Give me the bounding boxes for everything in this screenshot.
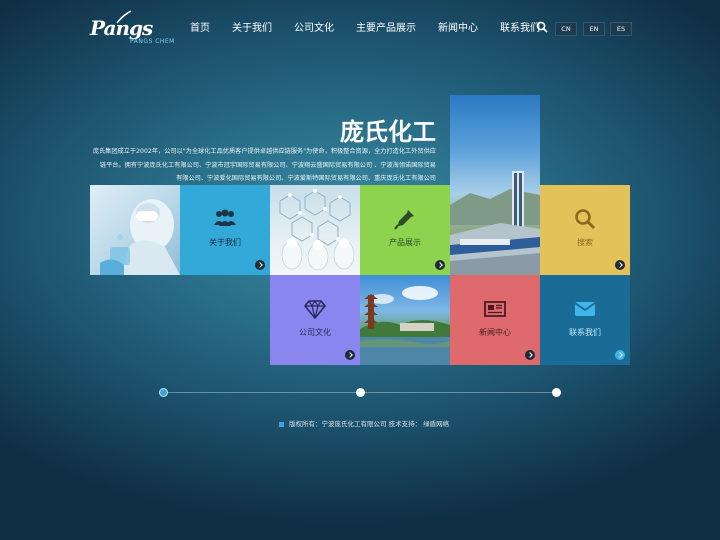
lab-image-tile xyxy=(90,185,180,275)
logo-subtitle: PANGS CHEM xyxy=(130,38,175,45)
intro-line: 链平台。拥有宁波庞氏化工有限公司、宁波市冠宇国际贸易有限公司、宁波翔云盛国际贸易… xyxy=(99,161,436,169)
molecule-image-tile xyxy=(270,185,360,275)
factory-image-tile xyxy=(450,95,540,275)
chevron-right-icon[interactable] xyxy=(615,260,625,270)
footer-copyright: 版权所有：宁波庞氏化工有限公司 技术支持： 绿盾网络 xyxy=(289,420,450,428)
search-icon xyxy=(575,209,596,230)
logo-text: Pangs xyxy=(90,16,153,40)
slider-dot-2[interactable] xyxy=(356,388,365,397)
chevron-right-icon[interactable] xyxy=(615,350,625,360)
footer-square-icon xyxy=(279,421,284,427)
news-tile[interactable]: 新闻中心 xyxy=(450,275,540,365)
about-us-label: 关于我们 xyxy=(209,238,241,247)
envelope-icon xyxy=(574,302,596,316)
lang-es-button[interactable]: ES xyxy=(610,22,632,36)
search-tile[interactable]: 搜索 xyxy=(540,185,630,275)
intro-line: 有限公司、宁波爱化国际贸易有限公司、宁波爱斯特国际贸易有限公司、重庆庞氏化工有限… xyxy=(176,175,436,182)
nav-news[interactable]: 新闻中心 xyxy=(438,19,478,34)
news-label: 新闻中心 xyxy=(479,328,511,337)
nav-products[interactable]: 主要产品展示 xyxy=(356,19,416,34)
chevron-right-icon[interactable] xyxy=(525,350,535,360)
factory-building-image xyxy=(450,171,540,275)
culture-tile[interactable]: 公司文化 xyxy=(270,275,360,365)
slider-dot-3[interactable] xyxy=(552,388,561,397)
logo[interactable]: Pangs PANGS CHEM xyxy=(90,10,174,46)
pagoda-landscape-image xyxy=(360,286,450,365)
lab-scientist-image xyxy=(100,199,180,275)
contact-tile[interactable]: 联系我们 xyxy=(540,275,630,365)
products-tile[interactable]: 产品展示 xyxy=(360,185,450,275)
lang-en-button[interactable]: EN xyxy=(583,22,605,36)
pagoda-image-tile xyxy=(360,275,450,365)
search-icon[interactable] xyxy=(536,21,548,33)
nav-culture[interactable]: 公司文化 xyxy=(294,19,334,34)
dropper-icon xyxy=(394,210,414,230)
contact-label: 联系我们 xyxy=(569,328,601,337)
company-intro: 庞氏集团成立于2002年，公司以"为全球化工品优质客户提供卓越供应链服务"为使命… xyxy=(90,145,436,186)
diamond-icon xyxy=(303,299,327,320)
newspaper-icon xyxy=(484,301,506,317)
page-title: 庞氏化工 xyxy=(340,118,436,146)
hexagon-molecule-image xyxy=(279,189,355,271)
culture-label: 公司文化 xyxy=(299,328,331,337)
footer: 版权所有：宁波庞氏化工有限公司 技术支持： 绿盾网络 xyxy=(279,418,449,428)
chevron-right-icon[interactable] xyxy=(345,350,355,360)
header: Pangs PANGS CHEM 首页 关于我们 公司文化 主要产品展示 新闻中… xyxy=(0,0,720,56)
lang-cn-button[interactable]: CN xyxy=(555,22,577,36)
chevron-right-icon[interactable] xyxy=(435,260,445,270)
users-icon xyxy=(214,209,236,226)
about-us-tile[interactable]: 关于我们 xyxy=(180,185,270,275)
intro-line: 庞氏集团成立于2002年，公司以"为全球化工品优质客户提供卓越供应链服务"为使命… xyxy=(92,148,436,155)
nav-contact[interactable]: 联系我们 xyxy=(500,19,540,34)
search-label: 搜索 xyxy=(577,238,593,247)
nav-about[interactable]: 关于我们 xyxy=(232,19,272,34)
products-label: 产品展示 xyxy=(389,238,421,247)
slider-dot-1[interactable] xyxy=(159,388,168,397)
main-nav: 首页 关于我们 公司文化 主要产品展示 新闻中心 联系我们 xyxy=(190,19,540,34)
nav-home[interactable]: 首页 xyxy=(190,19,210,34)
chevron-right-icon[interactable] xyxy=(255,260,265,270)
